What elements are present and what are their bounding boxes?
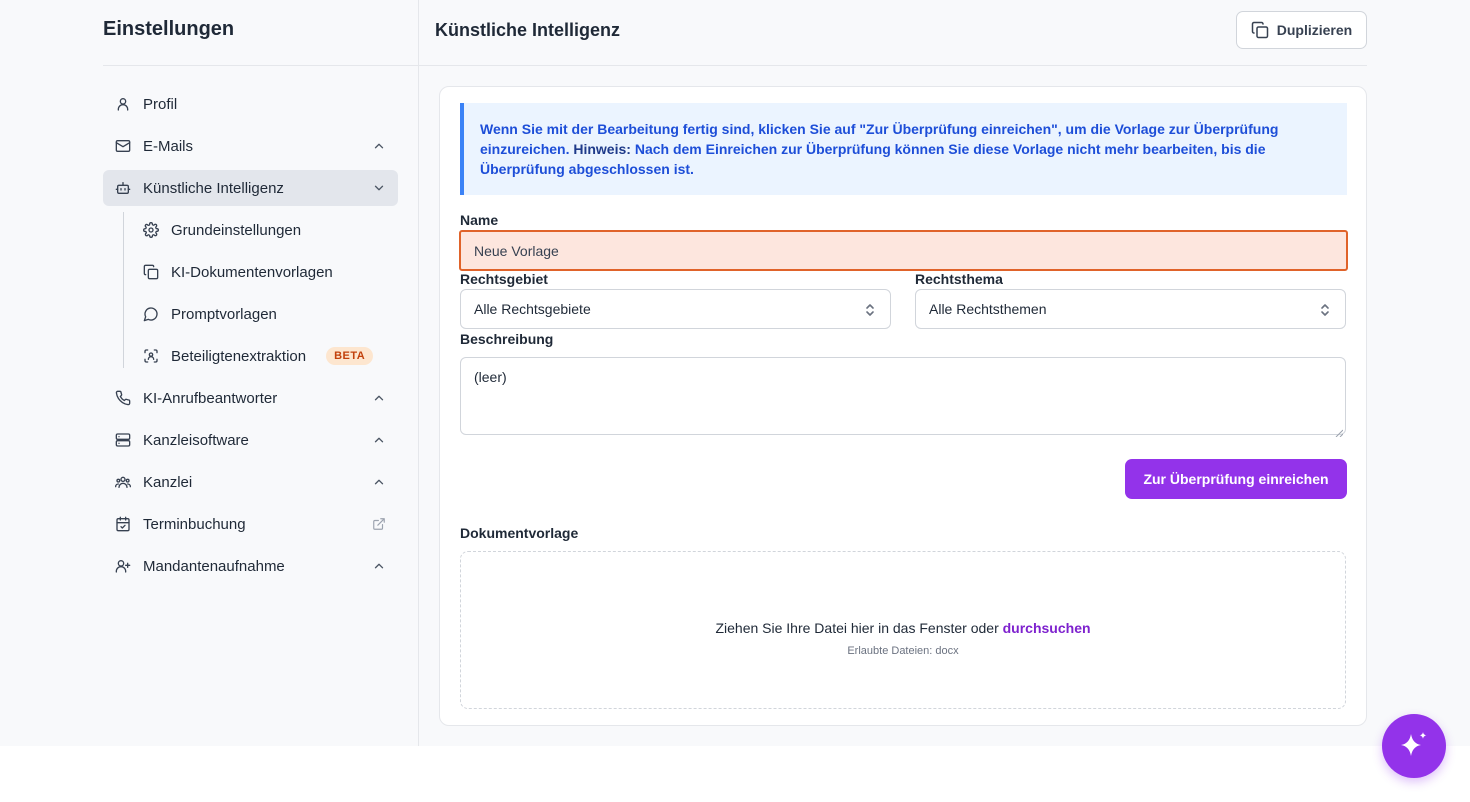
page-title: Künstliche Intelligenz	[435, 20, 621, 40]
sidebar-item-label: Terminbuchung	[143, 515, 246, 533]
rechtsthema-value: Alle Rechtsthemen	[929, 301, 1047, 317]
settings-page: Einstellungen Profil E-Mails Künstliche …	[0, 0, 1470, 746]
chat-icon	[143, 306, 159, 322]
resize-handle-icon[interactable]	[1335, 424, 1344, 438]
sidebar-item-kanzleisoftware[interactable]: Kanzleisoftware	[103, 422, 398, 458]
template-form-card: Wenn Sie mit der Bearbeitung fertig sind…	[439, 86, 1367, 726]
info-notice: Wenn Sie mit der Bearbeitung fertig sind…	[460, 103, 1347, 195]
submit-review-button[interactable]: Zur Überprüfung einreichen	[1125, 459, 1347, 499]
sidebar-item-label: Beteiligtenextraktion	[171, 347, 307, 365]
duplicate-button-label: Duplizieren	[1276, 22, 1353, 38]
rechtsgebiet-label: Rechtsgebiet	[460, 271, 548, 287]
sidebar-item-label: E-Mails	[143, 137, 194, 155]
sidebar-item-beteiligtenextraktion[interactable]: Beteiligtenextraktion BETA	[123, 338, 398, 374]
sidebar-item-mandantenaufnahme[interactable]: Mandantenaufnahme	[103, 548, 398, 584]
sidebar-item-grundeinstellungen[interactable]: Grundeinstellungen	[123, 212, 398, 248]
sidebar-item-promptvorlagen[interactable]: Promptvorlagen	[123, 296, 398, 332]
sidebar-item-kanzlei[interactable]: Kanzlei	[103, 464, 398, 500]
chevron-down-icon	[372, 181, 386, 195]
sidebar-item-label: KI-Anrufbeantworter	[143, 389, 278, 407]
sidebar-item-ki-anrufbeantworter[interactable]: KI-Anrufbeantworter	[103, 380, 398, 416]
sidebar: Einstellungen Profil E-Mails Künstliche …	[103, 0, 418, 746]
beta-badge: BETA	[326, 347, 374, 365]
sidebar-item-label: Künstliche Intelligenz	[143, 179, 284, 197]
user-icon	[115, 96, 131, 112]
rechtsthema-select[interactable]: Alle Rechtsthemen	[915, 289, 1346, 329]
sidebar-item-profil[interactable]: Profil	[103, 86, 398, 122]
copy-icon	[1251, 21, 1269, 39]
bot-icon	[115, 180, 131, 196]
copy-icon	[143, 264, 159, 280]
users-icon	[115, 474, 131, 490]
sidebar-item-ki[interactable]: Künstliche Intelligenz	[103, 170, 398, 206]
sidebar-title: Einstellungen	[103, 18, 235, 40]
phone-icon	[115, 390, 131, 406]
gear-icon	[143, 222, 159, 238]
sidebar-item-label: Grundeinstellungen	[171, 221, 302, 239]
sidebar-item-terminbuchung[interactable]: Terminbuchung	[103, 506, 398, 542]
file-dropzone[interactable]: Ziehen Sie Ihre Datei hier in das Fenste…	[460, 551, 1346, 709]
chevron-up-icon	[372, 433, 386, 447]
sidebar-item-label: Profil	[143, 95, 178, 113]
mail-icon	[115, 138, 131, 154]
sidebar-item-label: KI-Dokumentenvorlagen	[171, 263, 333, 281]
chevron-up-icon	[372, 139, 386, 153]
dropzone-text: Ziehen Sie Ihre Datei hier in das Fenste…	[715, 620, 999, 636]
sidebar-item-label: Kanzleisoftware	[143, 431, 249, 449]
scan-icon	[143, 348, 159, 364]
description-textarea[interactable]: (leer)	[460, 357, 1346, 438]
user-plus-icon	[115, 558, 131, 574]
sidebar-item-label: Promptvorlagen	[171, 305, 277, 323]
description-value: (leer)	[474, 369, 507, 385]
notice-hint-label: Hinweis:	[573, 141, 631, 157]
duplicate-button[interactable]: Duplizieren	[1236, 11, 1367, 49]
chevron-up-icon	[372, 475, 386, 489]
server-icon	[115, 432, 131, 448]
chevrons-up-down-icon	[1319, 302, 1331, 318]
allowed-files-hint: Erlaubte Dateien: docx	[847, 645, 959, 657]
chevron-up-icon	[372, 559, 386, 573]
external-link-icon	[372, 517, 386, 531]
dropzone-text-row: Ziehen Sie Ihre Datei hier in das Fenste…	[461, 620, 1345, 636]
ki-submenu: Grundeinstellungen KI-Dokumentenvorlagen…	[123, 212, 398, 374]
beschreibung-label: Beschreibung	[460, 331, 554, 347]
rechtsgebiet-value: Alle Rechtsgebiete	[474, 301, 591, 317]
name-label: Name	[460, 212, 499, 228]
dokumentvorlage-label: Dokumentvorlage	[460, 525, 579, 541]
sidebar-item-label: Mandantenaufnahme	[143, 557, 285, 575]
sidebar-divider	[418, 0, 419, 746]
chevrons-up-down-icon	[864, 302, 876, 318]
ai-assistant-button[interactable]	[1382, 714, 1446, 778]
sidebar-item-ki-dokumentenvorlagen[interactable]: KI-Dokumentenvorlagen	[123, 254, 398, 290]
chevron-up-icon	[372, 391, 386, 405]
name-input[interactable]	[459, 230, 1348, 271]
calendar-icon	[115, 516, 131, 532]
sidebar-item-label: Kanzlei	[143, 473, 193, 491]
settings-nav: Profil E-Mails Künstliche Intelligenz Gr…	[103, 86, 398, 590]
sidebar-item-emails[interactable]: E-Mails	[103, 128, 398, 164]
rechtsthema-label: Rechtsthema	[915, 271, 1003, 287]
sparkle-icon	[1397, 729, 1431, 763]
browse-link[interactable]: durchsuchen	[1003, 620, 1091, 636]
rechtsgebiet-select[interactable]: Alle Rechtsgebiete	[460, 289, 891, 329]
